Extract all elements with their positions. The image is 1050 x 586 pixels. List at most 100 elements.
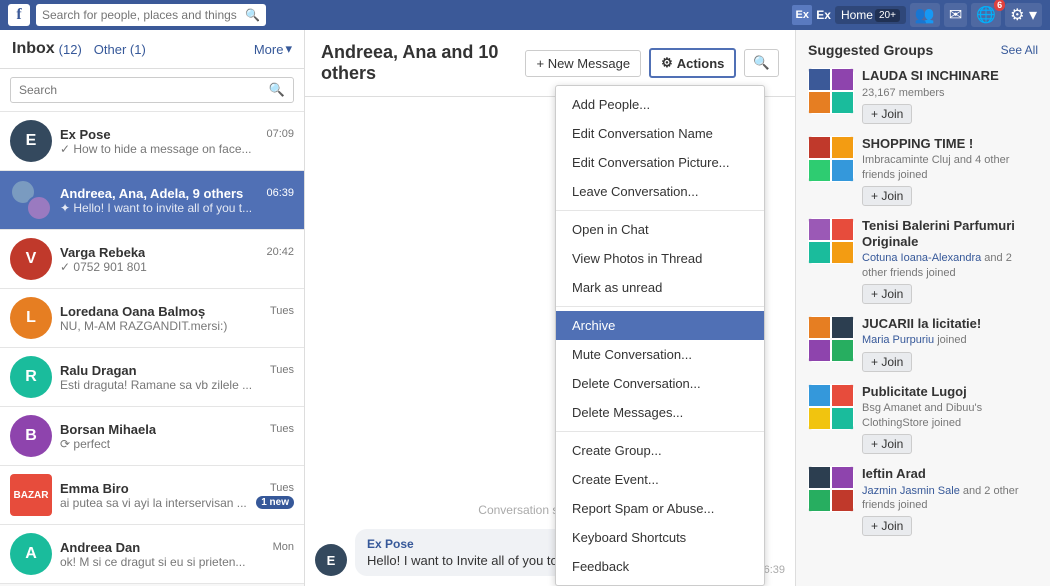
- message-time: Tues: [270, 482, 294, 494]
- message-time: Tues: [270, 364, 294, 376]
- message-sender: Loredana Oana Balmoș: [60, 304, 205, 319]
- inbox-search-input[interactable]: [19, 83, 269, 97]
- dropdown-item-mark-unread[interactable]: Mark as unread: [556, 273, 764, 302]
- chevron-down-icon: ▾: [285, 41, 292, 57]
- list-item[interactable]: B Borsan Mihaela Tues ⟳ perfect: [0, 407, 304, 466]
- dropdown-item-leave[interactable]: Leave Conversation...: [556, 177, 764, 206]
- inbox-tab-other[interactable]: Other (1): [94, 42, 146, 57]
- avatar: B: [10, 415, 52, 457]
- home-count: 20+: [875, 9, 900, 22]
- search-icon: 🔍: [753, 55, 770, 70]
- dropdown-item-edit-picture[interactable]: Edit Conversation Picture...: [556, 148, 764, 177]
- dropdown-item-delete-conv[interactable]: Delete Conversation...: [556, 369, 764, 398]
- suggested-groups-panel: Suggested Groups See All LAUDA SI INCHIN…: [795, 30, 1050, 586]
- group-meta: Imbracaminte Cluj and 4 other friends jo…: [862, 153, 1038, 182]
- nav-user[interactable]: Ex Ex: [792, 5, 831, 25]
- join-group-button[interactable]: + Join: [862, 352, 912, 372]
- global-search-input[interactable]: [42, 8, 245, 22]
- dropdown-item-report-spam[interactable]: Report Spam or Abuse...: [556, 494, 764, 523]
- inbox-panel: Inbox (12) Other (1) More ▾ 🔍 E: [0, 30, 305, 586]
- group-name: Ieftin Arad: [862, 466, 1038, 482]
- inbox-tabs: (12) Other (1): [59, 42, 146, 57]
- suggested-group-item: Tenisi Balerini Parfumuri Originale Cotu…: [808, 218, 1038, 304]
- avatar: V: [10, 238, 52, 280]
- inbox-title: Inbox: [12, 40, 55, 58]
- nav-username: Ex: [816, 8, 831, 22]
- home-label: Home: [841, 8, 873, 22]
- new-badge: 1 new: [256, 496, 294, 509]
- message-sender: Andreea, Ana, Adela, 9 others: [60, 186, 243, 201]
- conversation-panel: Andreea, Ana and 10 others + New Message…: [305, 30, 795, 586]
- search-icon: 🔍: [269, 82, 285, 98]
- suggested-groups-title: Suggested Groups: [808, 42, 933, 58]
- group-avatar: [808, 136, 854, 182]
- list-item[interactable]: V Varga Rebeka 20:42 ✓ 0752 901 801: [0, 230, 304, 289]
- conversation-search-button[interactable]: 🔍: [744, 49, 779, 77]
- dropdown-item-add-people[interactable]: Add People...: [556, 90, 764, 119]
- home-button[interactable]: Home 20+: [835, 6, 906, 24]
- dropdown-item-create-event[interactable]: Create Event...: [556, 465, 764, 494]
- suggested-group-item: Ieftin Arad Jazmin Jasmin Sale and 2 oth…: [808, 466, 1038, 536]
- message-time: Tues: [270, 423, 294, 435]
- inbox-tab-main[interactable]: (12): [59, 42, 82, 57]
- notifications-icon[interactable]: 🌐 6: [971, 3, 1001, 27]
- list-item[interactable]: L Loredana Oana Balmoș Tues NU, M-AM RAZ…: [0, 289, 304, 348]
- dropdown-item-mute[interactable]: Mute Conversation...: [556, 340, 764, 369]
- messages-icon[interactable]: ✉: [944, 3, 967, 27]
- dropdown-item-open-chat[interactable]: Open in Chat: [556, 215, 764, 244]
- list-item[interactable]: Andreea, Ana, Adela, 9 others 06:39 ✦ He…: [0, 171, 304, 230]
- message-preview: ✦ Hello! I want to invite all of you t..…: [60, 201, 294, 215]
- message-time: 20:42: [266, 246, 294, 258]
- join-group-button[interactable]: + Join: [862, 186, 912, 206]
- suggested-group-item: Publicitate Lugoj Bsg Amanet and Dibuu's…: [808, 384, 1038, 454]
- join-group-button[interactable]: + Join: [862, 516, 912, 536]
- list-item[interactable]: A Andreea Dan Mon ok! M si ce dragut si …: [0, 525, 304, 584]
- friend-requests-icon[interactable]: 👥: [910, 3, 940, 27]
- group-avatar: [808, 384, 854, 430]
- list-item[interactable]: E Ex Pose 07:09 ✓ How to hide a message …: [0, 112, 304, 171]
- group-meta: Bsg Amanet and Dibuu's ClothingStore joi…: [862, 401, 1038, 430]
- join-group-button[interactable]: + Join: [862, 434, 912, 454]
- global-search-bar[interactable]: 🔍: [36, 4, 266, 26]
- facebook-logo: f: [8, 4, 30, 26]
- suggested-group-item: JUCARII la licitatie! Maria Purpuriu joi…: [808, 316, 1038, 372]
- dropdown-item-edit-name[interactable]: Edit Conversation Name: [556, 119, 764, 148]
- inbox-header: Inbox (12) Other (1) More ▾: [0, 30, 304, 69]
- message-preview: ✓ 0752 901 801: [60, 260, 294, 274]
- join-group-button[interactable]: + Join: [862, 104, 912, 124]
- dropdown-item-view-photos[interactable]: View Photos in Thread: [556, 244, 764, 273]
- avatar: A: [10, 533, 52, 575]
- message-sender: Varga Rebeka: [60, 245, 145, 260]
- gear-icon: ⚙: [661, 55, 673, 71]
- new-message-button[interactable]: + New Message: [525, 50, 641, 77]
- message-sender: Emma Biro: [60, 481, 129, 496]
- avatar: BAZAR: [10, 474, 52, 516]
- actions-button[interactable]: ⚙ Actions: [649, 48, 736, 78]
- dropdown-item-delete-msg[interactable]: Delete Messages...: [556, 398, 764, 427]
- dropdown-item-create-group[interactable]: Create Group...: [556, 436, 764, 465]
- group-name: SHOPPING TIME !: [862, 136, 1038, 152]
- message-preview: ok! M si ce dragut si eu si prieten...: [60, 555, 294, 569]
- list-item[interactable]: BAZAR Emma Biro Tues ai putea sa vi ayi …: [0, 466, 304, 525]
- actions-dropdown-menu: Add People... Edit Conversation Name Edi…: [555, 85, 765, 586]
- suggested-group-item: LAUDA SI INCHINARE 23,167 members + Join: [808, 68, 1038, 124]
- see-all-link[interactable]: See All: [1001, 43, 1038, 57]
- dropdown-item-archive[interactable]: Archive: [556, 311, 764, 340]
- conversation-actions: + New Message ⚙ Actions 🔍: [525, 48, 779, 78]
- message-preview: ai putea sa vi ayi la interservisan ...: [60, 496, 247, 510]
- dropdown-item-keyboard-shortcuts[interactable]: Keyboard Shortcuts: [556, 523, 764, 552]
- dropdown-item-feedback[interactable]: Feedback: [556, 552, 764, 581]
- avatar: E: [10, 120, 52, 162]
- avatar: R: [10, 356, 52, 398]
- inbox-more-button[interactable]: More ▾: [254, 41, 292, 57]
- inbox-search-box[interactable]: 🔍: [10, 77, 294, 103]
- message-time: 06:39: [266, 187, 294, 199]
- suggested-group-item: SHOPPING TIME ! Imbracaminte Cluj and 4 …: [808, 136, 1038, 206]
- notification-badge: 6: [994, 0, 1005, 11]
- settings-icon[interactable]: ⚙ ▾: [1005, 3, 1042, 27]
- message-time: 07:09: [266, 128, 294, 140]
- join-group-button[interactable]: + Join: [862, 284, 912, 304]
- group-avatar: [808, 68, 854, 114]
- message-preview: ✓ How to hide a message on face...: [60, 142, 294, 156]
- list-item[interactable]: R Ralu Dragan Tues Esti draguta! Ramane …: [0, 348, 304, 407]
